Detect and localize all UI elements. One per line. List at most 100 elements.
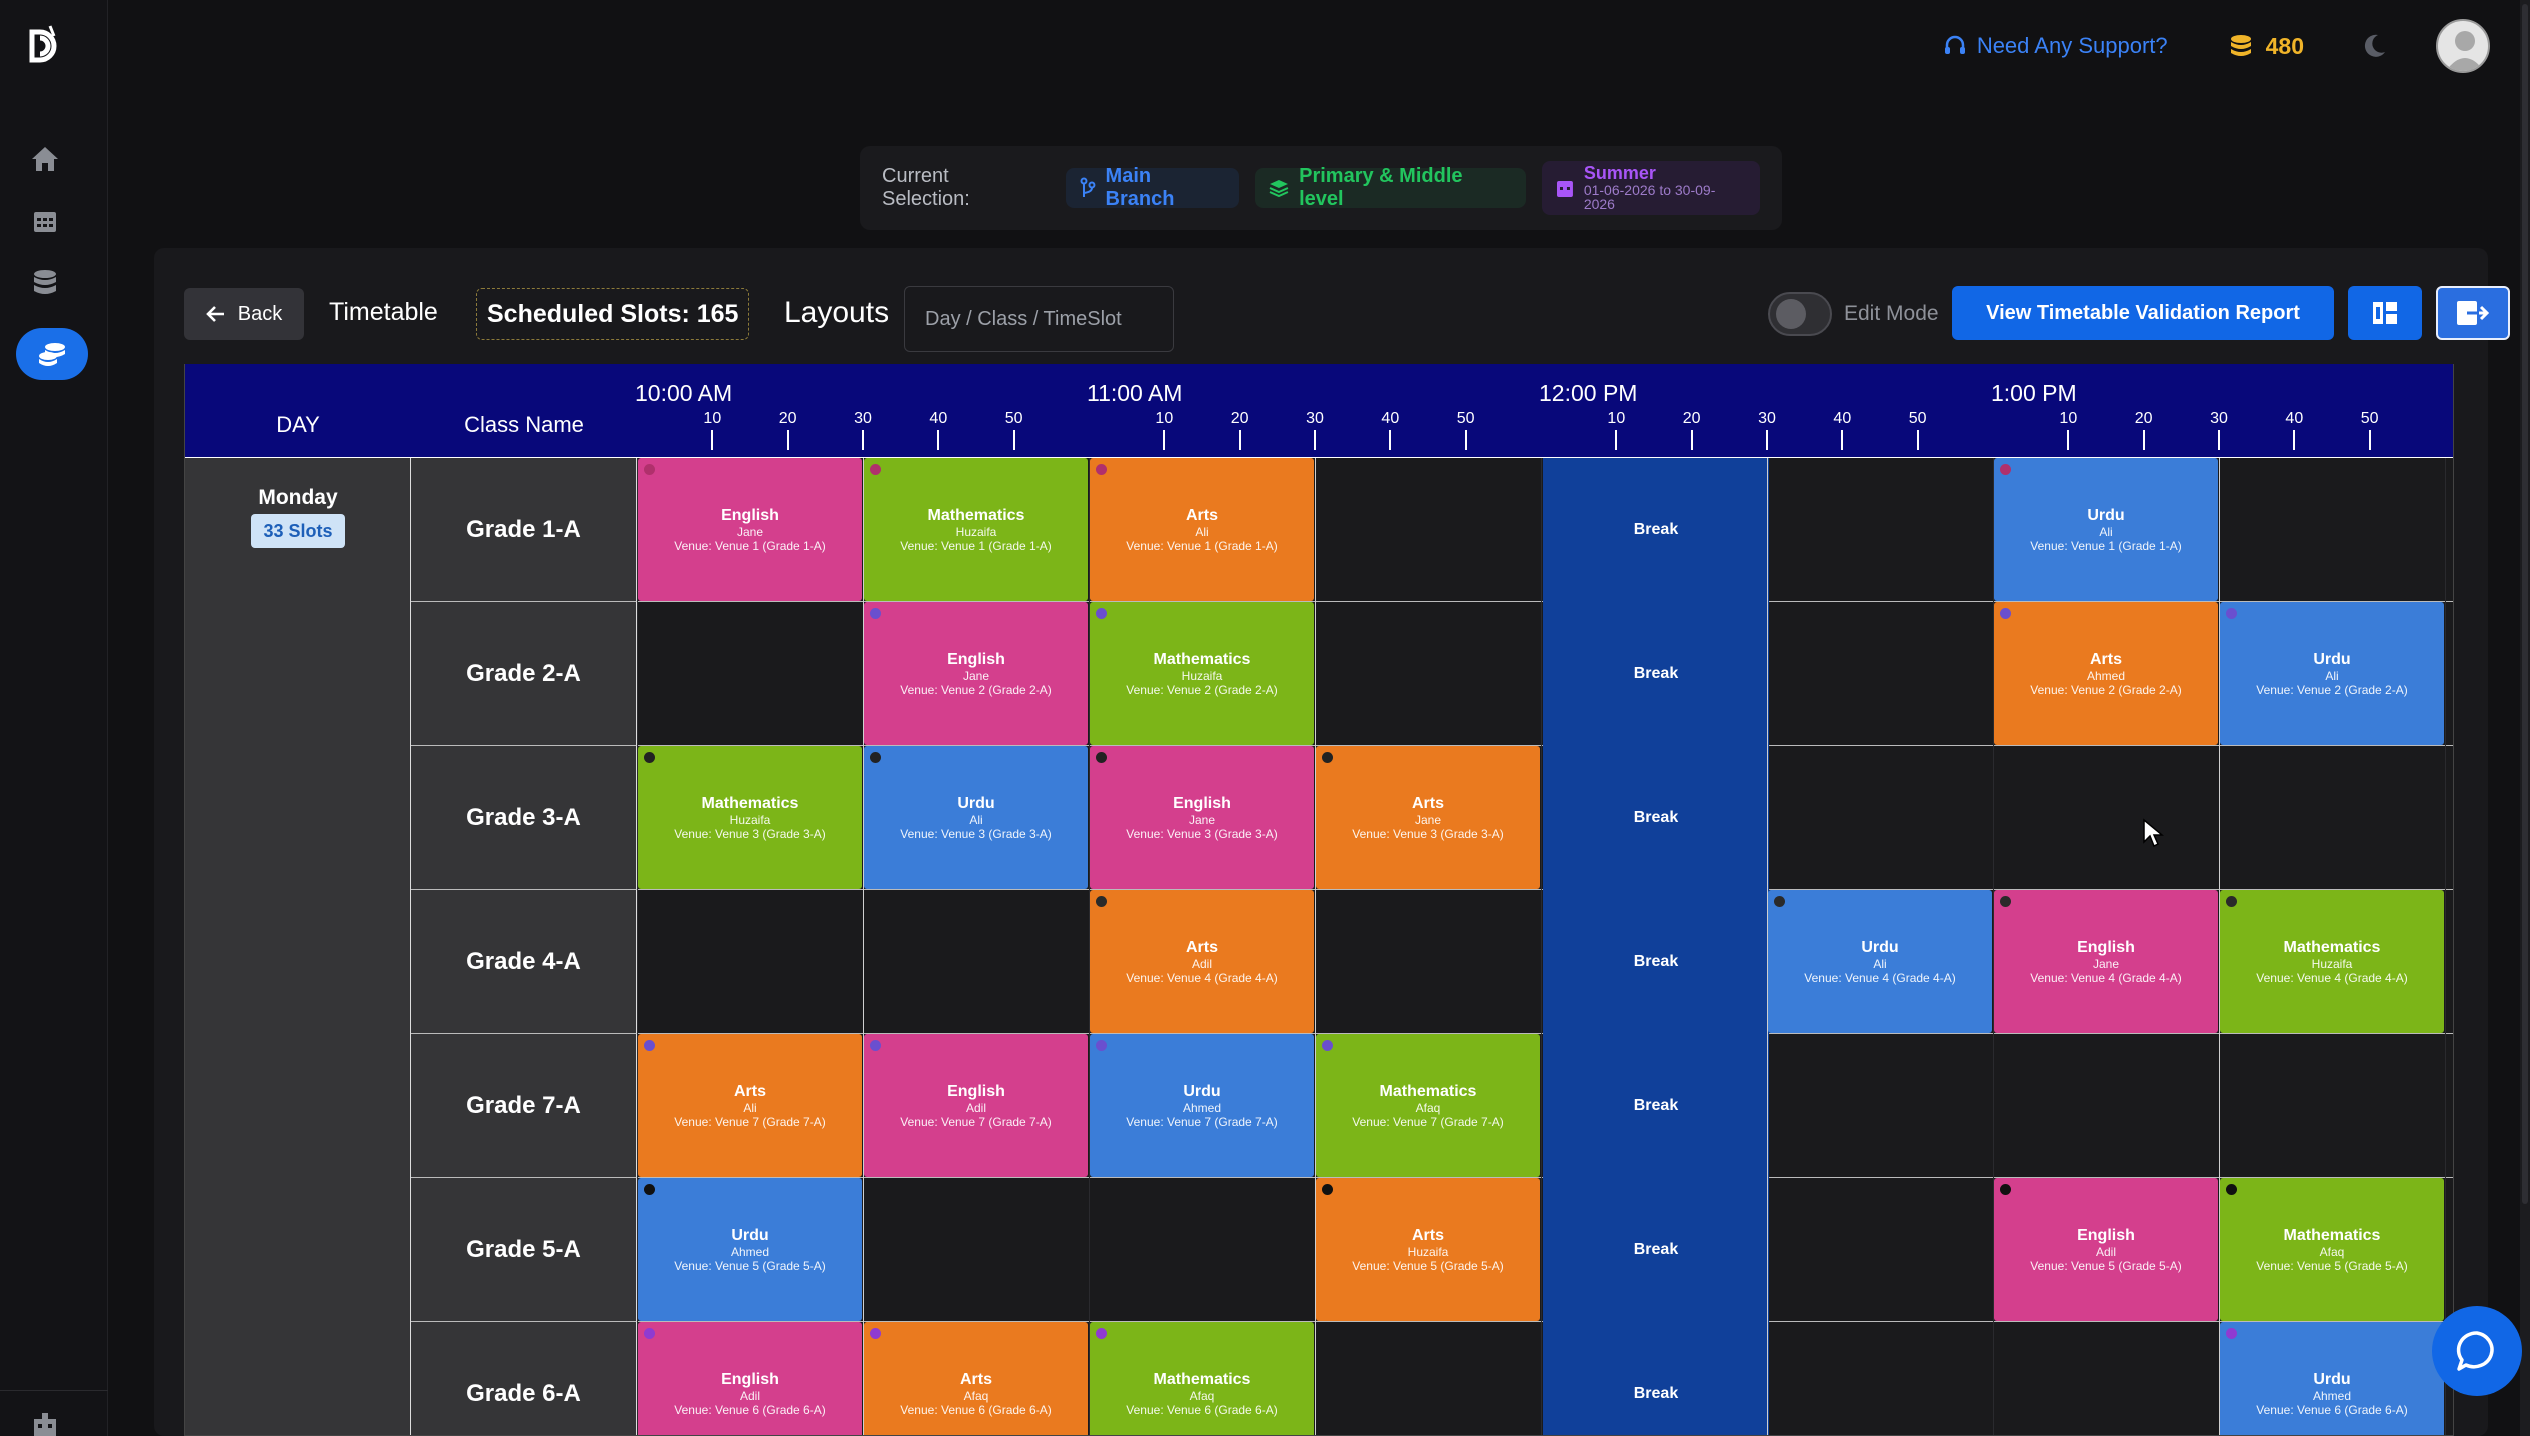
- slot-divider: [1315, 458, 1316, 1435]
- lesson-block[interactable]: Urdu Ahmed Venue: Venue 6 (Grade 6-A): [2220, 1322, 2444, 1435]
- edit-mode-toggle[interactable]: [1768, 292, 1832, 336]
- lesson-status-dot: [2000, 608, 2011, 619]
- lesson-block[interactable]: English Adil Venue: Venue 7 (Grade 7-A): [864, 1034, 1088, 1177]
- minute-tick: [1690, 430, 1693, 450]
- layout-select[interactable]: Day / Class / TimeSlot: [904, 286, 1174, 352]
- lesson-block[interactable]: Urdu Ali Venue: Venue 3 (Grade 3-A): [864, 746, 1088, 889]
- layouts-label: Layouts: [784, 296, 890, 329]
- chat-button[interactable]: [2432, 1306, 2522, 1396]
- lesson-block[interactable]: Mathematics Afaq Venue: Venue 5 (Grade 5-A…: [2220, 1178, 2444, 1321]
- slot-divider: [1767, 458, 1768, 1435]
- lesson-subject: Mathematics: [2283, 1226, 2381, 1244]
- moon-icon[interactable]: [2360, 32, 2388, 60]
- lesson-block[interactable]: Arts Ali Venue: Venue 7 (Grade 7-A): [638, 1034, 862, 1177]
- lesson-teacher: Adil: [739, 1388, 760, 1403]
- lesson-block[interactable]: English Jane Venue: Venue 2 (Grade 2-A): [864, 602, 1088, 745]
- lesson-block[interactable]: Arts Adil Venue: Venue 4 (Grade 4-A): [1090, 890, 1314, 1033]
- lesson-status-dot: [2226, 896, 2237, 907]
- layout-view-button[interactable]: [2348, 286, 2422, 340]
- app-logo[interactable]: [18, 18, 74, 74]
- lesson-subject: Mathematics: [701, 794, 799, 812]
- lesson-block[interactable]: English Adil Venue: Venue 5 (Grade 5-A): [1994, 1178, 2218, 1321]
- lesson-block[interactable]: English Jane Venue: Venue 1 (Grade 1-A): [638, 458, 862, 601]
- lesson-teacher: Huzaifa: [1181, 668, 1223, 683]
- lesson-block[interactable]: English Adil Venue: Venue 6 (Grade 6-A): [638, 1322, 862, 1435]
- lesson-venue: Venue: Venue 1 (Grade 1-A): [1126, 539, 1278, 554]
- lesson-block[interactable]: Urdu Ali Venue: Venue 1 (Grade 1-A): [1994, 458, 2218, 601]
- lesson-teacher: Ali: [743, 1100, 757, 1115]
- lesson-status-dot: [1096, 1328, 1107, 1339]
- slot-divider: [1993, 458, 1994, 1435]
- lesson-block[interactable]: Arts Afaq Venue: Venue 6 (Grade 6-A): [864, 1322, 1088, 1435]
- term-chip[interactable]: Summer 01-06-2026 to 30-09-2026: [1541, 161, 1760, 215]
- page-scrollbar-thumb[interactable]: [2522, 4, 2528, 1204]
- lesson-block[interactable]: Urdu Ali Venue: Venue 4 (Grade 4-A): [1768, 890, 1992, 1033]
- back-button[interactable]: Back: [184, 288, 304, 340]
- lesson-block[interactable]: Mathematics Afaq Venue: Venue 7 (Grade 7-A…: [1316, 1034, 1540, 1177]
- class-name-cell: Grade 3-A: [411, 746, 637, 890]
- page-scrollbar[interactable]: [2520, 0, 2530, 1436]
- lesson-block[interactable]: Mathematics Afaq Venue: Venue 6 (Grade 6-A…: [1090, 1322, 1314, 1435]
- lesson-status-dot: [2226, 1328, 2237, 1339]
- lesson-venue: Venue: Venue 4 (Grade 4-A): [1126, 971, 1278, 986]
- lesson-subject: Arts: [733, 1082, 766, 1100]
- calendar-icon[interactable]: [20, 196, 70, 246]
- lesson-block[interactable]: English Jane Venue: Venue 4 (Grade 4-A): [1994, 890, 2218, 1033]
- dashboard-layout-icon: [2373, 302, 2397, 324]
- minute-tick-label: 30: [2210, 410, 2228, 427]
- coin-balance: 480: [2228, 33, 2304, 60]
- term-calendar-icon: [1556, 181, 1573, 197]
- lesson-block[interactable]: Arts Ahmed Venue: Venue 2 (Grade 2-A): [1994, 602, 2218, 745]
- slot-divider: [637, 458, 638, 1435]
- break-slot: Break: [1633, 809, 1679, 826]
- lesson-status-dot: [870, 464, 881, 475]
- minute-tick-label: 50: [1456, 410, 1475, 427]
- lesson-teacher: Jane: [962, 668, 990, 683]
- lesson-venue: Venue: Venue 7 (Grade 7-A): [674, 1115, 826, 1130]
- lesson-block[interactable]: English Jane Venue: Venue 3 (Grade 3-A): [1090, 746, 1314, 889]
- minute-tick: [1464, 430, 1467, 450]
- lesson-block[interactable]: Arts Huzaifa Venue: Venue 5 (Grade 5-A): [1316, 1178, 1540, 1321]
- lesson-status-dot: [870, 1328, 881, 1339]
- lesson-status-dot: [1096, 752, 1107, 763]
- lesson-block[interactable]: Arts Jane Venue: Venue 3 (Grade 3-A): [1316, 746, 1540, 889]
- level-chip[interactable]: Primary & Middle level: [1255, 165, 1526, 210]
- branch-chip[interactable]: Main Branch: [1065, 165, 1240, 210]
- slot-divider: [1089, 458, 1090, 1435]
- lesson-status-dot: [870, 752, 881, 763]
- lesson-block[interactable]: Urdu Ahmed Venue: Venue 5 (Grade 5-A): [638, 1178, 862, 1321]
- lesson-block[interactable]: Urdu Ahmed Venue: Venue 7 (Grade 7-A): [1090, 1034, 1314, 1177]
- minute-tick: [1314, 430, 1316, 450]
- lesson-block[interactable]: Mathematics Huzaifa Venue: Venue 1 (Grade …: [864, 458, 1088, 601]
- lesson-status-dot: [870, 1040, 881, 1051]
- minute-tick: [786, 430, 789, 450]
- lesson-block[interactable]: Mathematics Huzaifa Venue: Venue 2 (Grade …: [1090, 602, 1314, 745]
- database-icon[interactable]: [20, 258, 70, 308]
- lesson-teacher: Adil: [1191, 956, 1212, 971]
- minute-tick-label: 40: [2285, 410, 2304, 427]
- minute-tick-label: 30: [1306, 410, 1324, 427]
- minute-tick: [1012, 430, 1015, 450]
- user-avatar[interactable]: [2436, 19, 2490, 73]
- building-icon[interactable]: [20, 1400, 70, 1436]
- lesson-teacher: Afaq: [1189, 1388, 1215, 1403]
- sidebar: [0, 0, 108, 1436]
- lesson-teacher: Huzaifa: [1407, 1244, 1449, 1259]
- lesson-block[interactable]: Mathematics Huzaifa Venue: Venue 4 (Grade …: [2220, 890, 2444, 1033]
- lesson-teacher: Afaq: [2319, 1244, 2345, 1259]
- lesson-teacher: Afaq: [963, 1388, 989, 1403]
- lesson-block[interactable]: Urdu Ali Venue: Venue 2 (Grade 2-A): [2220, 602, 2444, 745]
- coins-nav-icon[interactable]: [16, 328, 88, 380]
- lesson-venue: Venue: Venue 6 (Grade 6-A): [900, 1403, 1052, 1418]
- lesson-status-dot: [1322, 1040, 1333, 1051]
- lesson-block[interactable]: Mathematics Huzaifa Venue: Venue 3 (Grade …: [638, 746, 862, 889]
- export-button[interactable]: [2436, 286, 2510, 340]
- home-icon[interactable]: [20, 134, 70, 184]
- support-label[interactable]: Need Any Support?: [1977, 33, 2168, 59]
- validation-report-button[interactable]: View Timetable Validation Report: [1952, 286, 2334, 340]
- support-link[interactable]: Need Any Support?: [1943, 33, 2168, 59]
- slot-divider: [1541, 458, 1542, 1435]
- minute-tick: [2067, 430, 2070, 450]
- lesson-status-dot: [1096, 896, 1107, 907]
- lesson-block[interactable]: Arts Ali Venue: Venue 1 (Grade 1-A): [1090, 458, 1314, 601]
